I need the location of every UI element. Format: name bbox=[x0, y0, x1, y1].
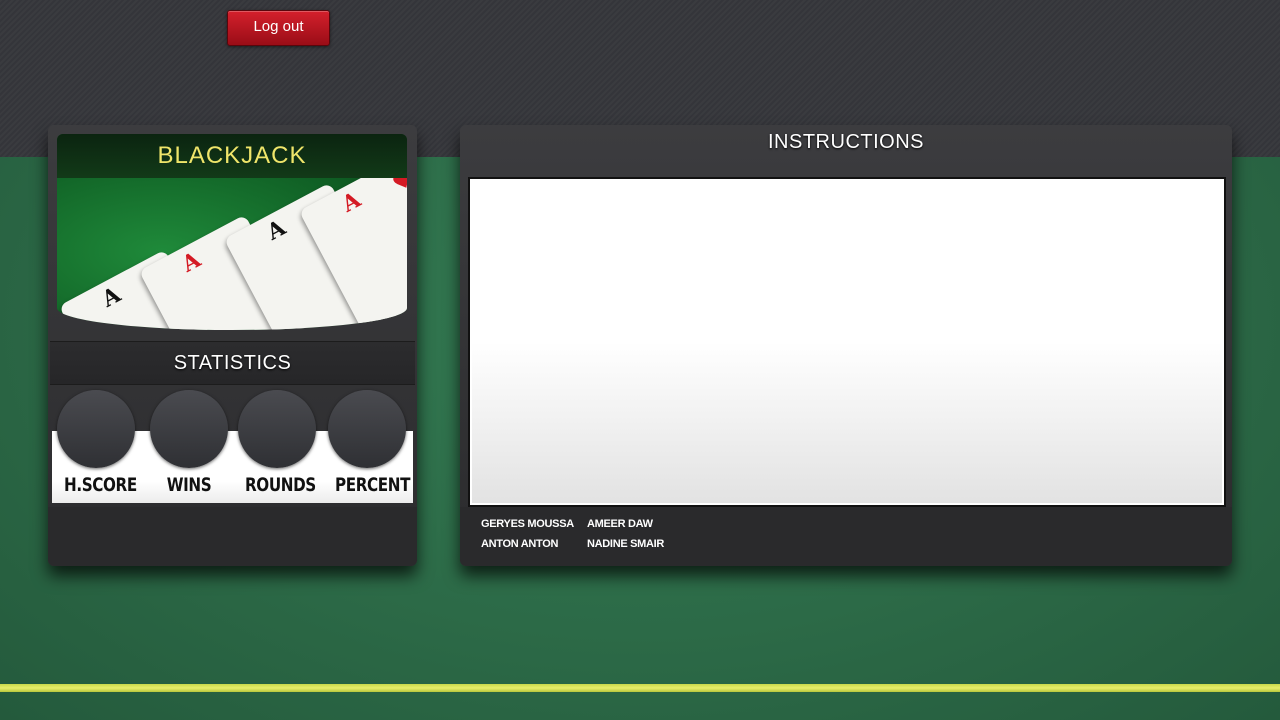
stat-wins: WINS bbox=[149, 390, 229, 496]
card-rank: A bbox=[262, 214, 291, 246]
statistics-title: STATISTICS bbox=[50, 341, 415, 385]
blackjack-cards-image: A ♠ A ♦ A ♣ A ♥ BLACKJACK bbox=[57, 134, 407, 330]
instructions-content bbox=[468, 177, 1226, 507]
stat-label: WINS bbox=[166, 474, 212, 496]
stat-circle bbox=[57, 390, 135, 468]
card-rank: A bbox=[177, 246, 206, 278]
instructions-title: INSTRUCTIONS bbox=[768, 131, 924, 153]
game-panel: A ♠ A ♦ A ♣ A ♥ BLACKJACK STATISTICS H.S… bbox=[48, 125, 417, 566]
stat-high-score: H.SCORE bbox=[56, 390, 137, 496]
stat-label: H.SCORE bbox=[64, 474, 137, 496]
left-panel-footer bbox=[48, 507, 417, 566]
instructions-panel: INSTRUCTIONS GERYES MOUSSA AMEER DAW ANT… bbox=[460, 125, 1232, 566]
credit-name: ANTON ANTON bbox=[481, 538, 559, 550]
felt-line bbox=[0, 684, 1280, 692]
credit-name: AMEER DAW bbox=[587, 518, 653, 530]
logout-button[interactable]: Log out bbox=[227, 10, 330, 46]
stat-label: ROUNDS bbox=[245, 474, 316, 496]
stat-label: PERCENT bbox=[335, 474, 411, 496]
stat-rounds: ROUNDS bbox=[237, 390, 317, 496]
stat-circle bbox=[238, 390, 316, 468]
credit-name: NADINE SMAIR bbox=[587, 538, 665, 550]
title-bar: BLACKJACK bbox=[57, 134, 407, 178]
stat-percent: PERCENT bbox=[327, 390, 411, 496]
stat-circle bbox=[328, 390, 406, 468]
stat-circle bbox=[150, 390, 228, 468]
card-rank: A bbox=[337, 186, 366, 218]
game-title: BLACKJACK bbox=[157, 142, 307, 169]
credits-footer: GERYES MOUSSA AMEER DAW ANTON ANTON NADI… bbox=[460, 507, 1232, 566]
credit-name: GERYES MOUSSA bbox=[481, 518, 574, 530]
card-rank: A bbox=[97, 281, 126, 313]
